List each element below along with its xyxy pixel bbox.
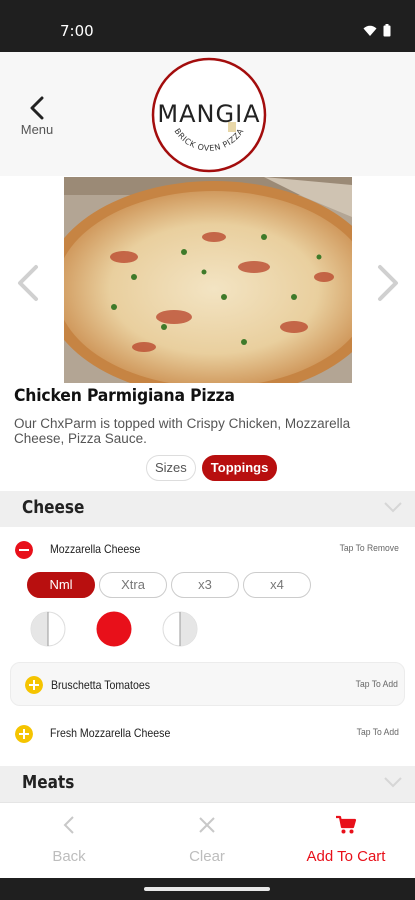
system-nav-bar xyxy=(0,878,415,900)
carousel-next-icon[interactable] xyxy=(374,263,402,303)
status-bar: 7:00 xyxy=(0,0,415,52)
cart-icon xyxy=(336,815,357,834)
right-half-icon[interactable] xyxy=(162,611,198,647)
section-header-meats[interactable]: Meats xyxy=(0,766,415,802)
left-half-icon[interactable] xyxy=(30,611,66,647)
section-title: Meats xyxy=(22,772,75,793)
battery-icon xyxy=(383,24,391,37)
clear-button[interactable]: Clear xyxy=(138,803,276,879)
back-button[interactable]: Back xyxy=(0,803,138,879)
add-icon[interactable] xyxy=(25,676,43,694)
pizza-photo xyxy=(64,177,352,383)
tab-toppings[interactable]: Toppings xyxy=(201,455,278,481)
option-tabs: Sizes Toppings xyxy=(146,455,278,481)
product-image-carousel[interactable] xyxy=(0,177,415,383)
chevron-left-icon xyxy=(30,96,44,120)
bottom-action-bar: Back Clear Add To Cart xyxy=(0,802,415,878)
close-icon xyxy=(199,817,215,833)
section-header-cheese[interactable]: Cheese xyxy=(0,491,415,527)
quantity-option-nml[interactable]: Nml xyxy=(27,572,95,598)
topping-action-hint: Tap To Add xyxy=(356,727,399,738)
whole-pizza-icon[interactable] xyxy=(96,611,132,647)
topping-action-hint: Tap To Add xyxy=(355,679,398,690)
back-label: Back xyxy=(52,848,86,865)
add-to-cart-label: Add To Cart xyxy=(306,848,386,865)
topping-name: Bruschetta Tomatoes xyxy=(51,678,151,692)
logo-text: MANGIA xyxy=(157,100,260,128)
tab-sizes[interactable]: Sizes xyxy=(146,455,196,481)
topping-row-fresh-mozzarella[interactable]: Fresh Mozzarella Cheese Tap To Add xyxy=(0,715,415,753)
topping-action-hint: Tap To Remove xyxy=(339,543,399,554)
back-menu-label: Menu xyxy=(20,122,54,137)
product-description: Our ChxParm is topped with Crispy Chicke… xyxy=(14,416,351,446)
quantity-option-x4[interactable]: x4 xyxy=(243,572,311,598)
topping-row-mozzarella[interactable]: Mozzarella Cheese Tap To Remove xyxy=(0,531,415,569)
chevron-down-icon xyxy=(384,777,402,788)
mangia-logo: MANGIA BRICK OVEN PIZZA xyxy=(151,57,267,173)
status-time: 7:00 xyxy=(60,22,94,40)
quantity-option-xtra[interactable]: Xtra xyxy=(99,572,167,598)
add-icon[interactable] xyxy=(15,725,33,743)
app-header: Menu MANGIA BRICK OVEN PIZZA xyxy=(0,52,415,176)
remove-icon[interactable] xyxy=(15,541,33,559)
wifi-icon xyxy=(363,25,377,36)
home-indicator[interactable] xyxy=(144,887,270,891)
chevron-left-icon xyxy=(63,816,74,834)
chevron-down-icon xyxy=(384,502,402,513)
topping-name: Fresh Mozzarella Cheese xyxy=(50,726,171,740)
topping-row-bruschetta[interactable]: Bruschetta Tomatoes Tap To Add xyxy=(10,662,405,706)
portion-options xyxy=(30,611,198,647)
clear-label: Clear xyxy=(189,848,225,865)
section-title: Cheese xyxy=(22,497,85,518)
quantity-options: Nml Xtra x3 x4 xyxy=(27,572,311,598)
status-icons xyxy=(363,24,391,37)
topping-name: Mozzarella Cheese xyxy=(50,542,141,556)
quantity-option-x3[interactable]: x3 xyxy=(171,572,239,598)
add-to-cart-button[interactable]: Add To Cart xyxy=(277,803,415,879)
product-title: Chicken Parmigiana Pizza xyxy=(14,386,235,406)
carousel-prev-icon[interactable] xyxy=(14,263,42,303)
back-to-menu-button[interactable]: Menu xyxy=(14,96,60,144)
